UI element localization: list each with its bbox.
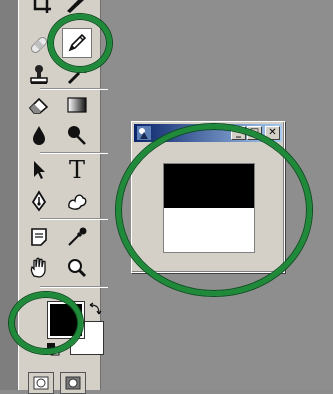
standard-mode-icon [33, 376, 49, 390]
slice-icon [67, 0, 84, 13]
toolbox-separator [40, 152, 108, 154]
gradient-icon [67, 97, 87, 113]
hand-icon [30, 257, 46, 278]
notes-icon [31, 228, 47, 246]
gradient-tool[interactable] [62, 90, 92, 120]
path-selection-tool[interactable] [24, 155, 54, 185]
pen-tool[interactable] [24, 186, 54, 216]
custom-shape-tool[interactable] [62, 186, 92, 216]
standard-mode-button[interactable] [28, 372, 54, 394]
type-tool[interactable]: T [62, 155, 92, 185]
blur-tool[interactable] [24, 120, 54, 150]
toolbox-separator [40, 218, 108, 220]
highlight-ring-document [116, 124, 312, 296]
arrow-icon [34, 161, 45, 179]
shape-icon [68, 194, 87, 210]
highlight-ring-pencil [48, 14, 112, 72]
hand-tool[interactable] [24, 253, 54, 283]
crop-tool[interactable] [26, 0, 56, 18]
quick-mask-icon [65, 376, 81, 390]
highlight-ring-swatches [9, 292, 83, 354]
eraser-icon [28, 97, 49, 114]
crop-icon [33, 0, 51, 13]
notes-tool[interactable] [24, 222, 54, 252]
pen-nib-icon [31, 190, 47, 212]
drop-icon [33, 126, 45, 145]
magnifier-icon [68, 259, 87, 278]
eyedropper-tool[interactable] [62, 222, 92, 252]
dodge-icon [68, 126, 86, 145]
photoshop-app-icon [137, 126, 151, 140]
eraser-tool[interactable] [24, 90, 54, 120]
toolbox-separator [40, 286, 108, 288]
swap-colors-icon[interactable] [88, 302, 102, 316]
quick-mask-mode-button[interactable] [60, 372, 86, 394]
type-icon: T [68, 156, 85, 184]
zoom-tool[interactable] [62, 253, 92, 283]
clone-stamp-tool[interactable] [24, 60, 54, 90]
dodge-tool[interactable] [62, 120, 92, 150]
stamp-icon [30, 65, 48, 84]
close-icon: ✕ [268, 127, 277, 138]
eyedropper-icon [68, 227, 87, 246]
